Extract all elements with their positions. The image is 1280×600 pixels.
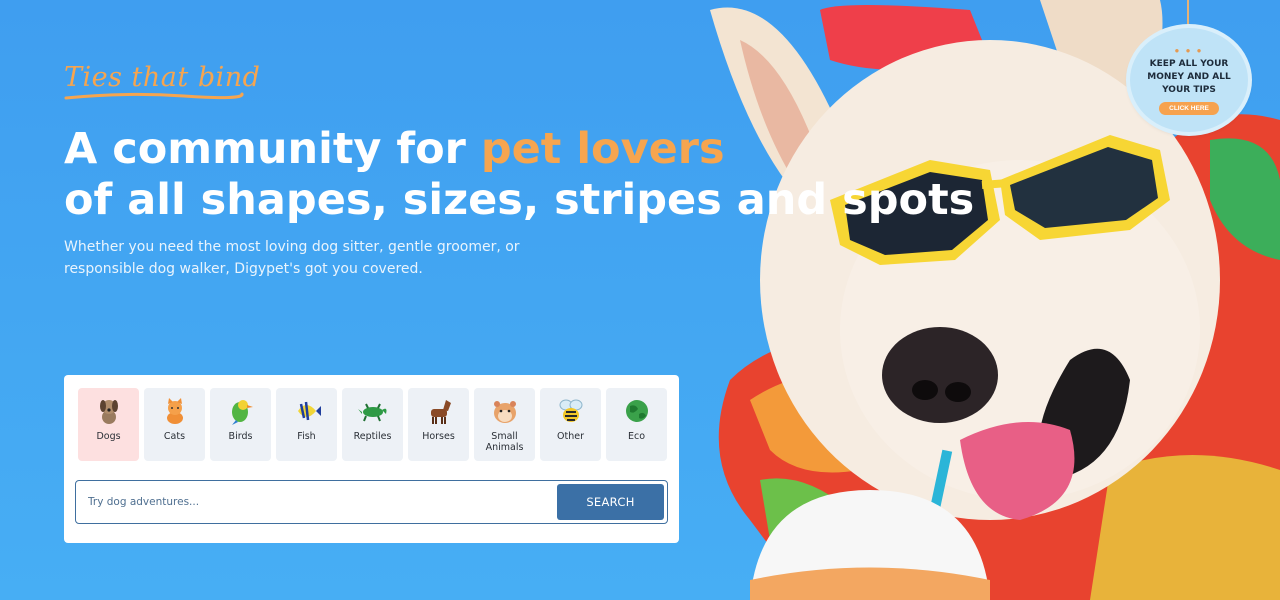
category-dogs[interactable]: Dogs (78, 388, 139, 461)
search-button[interactable]: SEARCH (557, 484, 664, 520)
category-list: Dogs Cats Birds Fish Reptiles Horses Small Ani… (78, 388, 667, 461)
category-label: Dogs (96, 431, 121, 442)
reptile-icon (357, 396, 388, 426)
bee-icon (556, 396, 586, 426)
category-label: Birds (228, 431, 253, 442)
category-eco[interactable]: Eco (606, 388, 667, 461)
headline-prefix: A community for (64, 124, 481, 174)
category-label: Reptiles (353, 431, 392, 442)
category-label: Fish (297, 431, 316, 442)
headline-line2: of all shapes, sizes, stripes and spots (64, 175, 975, 225)
headline-accent: pet lovers (480, 124, 725, 174)
category-birds[interactable]: Birds (210, 388, 271, 461)
badge-click-here-button[interactable]: CLICK HERE (1159, 101, 1219, 115)
category-small-animals[interactable]: Small Animals (474, 388, 535, 461)
badge-string (1187, 0, 1189, 30)
category-label: Cats (163, 431, 186, 442)
hero-subtext: Whether you need the most loving dog sit… (64, 239, 520, 277)
search-input[interactable] (88, 491, 548, 513)
horse-icon (424, 396, 454, 426)
category-label: Eco (627, 431, 646, 442)
category-label: Small Animals (485, 431, 524, 453)
hero-section: ● ● ● KEEP ALL YOUR MONEY AND ALL YOUR T… (0, 0, 1280, 600)
category-horses[interactable]: Horses (408, 388, 469, 461)
bird-icon (226, 396, 256, 426)
page-title: A community for pet lovers of all shapes… (64, 124, 974, 226)
badge-text: KEEP ALL YOUR MONEY AND ALL YOUR TIPS (1147, 58, 1231, 95)
tagline-underline (64, 92, 244, 100)
category-label: Horses (422, 431, 455, 442)
tagline: Ties that bind (64, 62, 261, 93)
category-label: Other (557, 431, 584, 442)
promo-badge[interactable]: ● ● ● KEEP ALL YOUR MONEY AND ALL YOUR T… (1130, 28, 1248, 132)
category-other[interactable]: Other (540, 388, 601, 461)
cat-icon (160, 396, 190, 426)
category-fish[interactable]: Fish (276, 388, 337, 461)
category-reptiles[interactable]: Reptiles (342, 388, 403, 461)
hamster-icon (490, 396, 520, 426)
category-cats[interactable]: Cats (144, 388, 205, 461)
search-box: SEARCH (75, 480, 668, 524)
search-card: Dogs Cats Birds Fish Reptiles Horses Small Ani… (64, 375, 679, 543)
fish-icon (292, 396, 322, 426)
dog-icon (94, 396, 124, 426)
paw-prints-icon: ● ● ● (1174, 45, 1204, 55)
globe-icon (622, 396, 652, 426)
